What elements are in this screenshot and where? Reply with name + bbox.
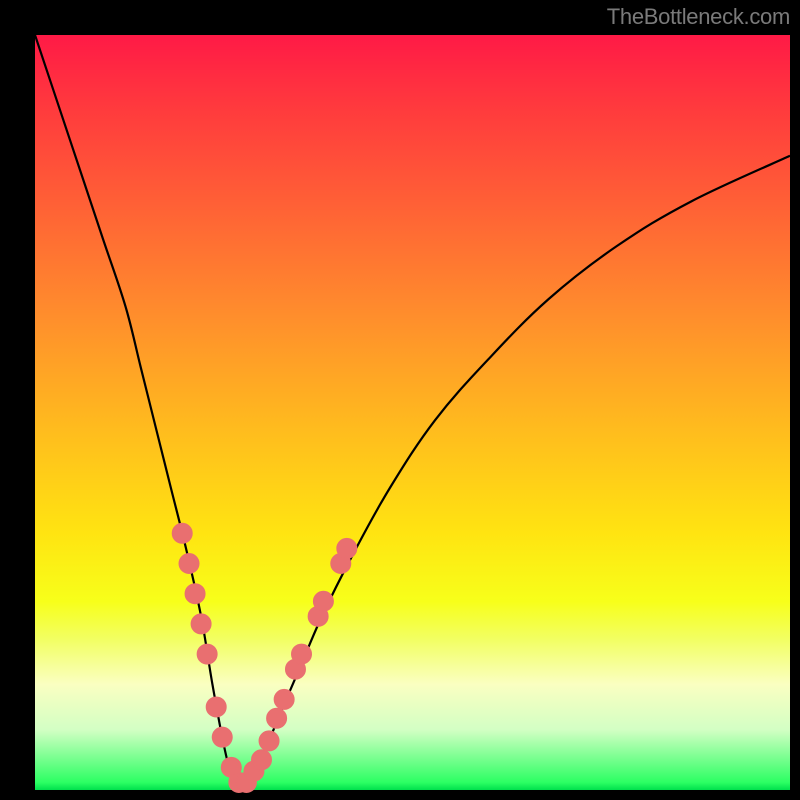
- bottleneck-curve: [35, 35, 790, 790]
- chart-plot-area: [35, 35, 790, 790]
- chart-marker: [274, 689, 294, 709]
- chart-svg: [35, 35, 790, 790]
- chart-frame: TheBottleneck.com: [0, 0, 800, 800]
- chart-marker: [172, 523, 192, 543]
- chart-marker: [185, 584, 205, 604]
- chart-marker: [259, 731, 279, 751]
- chart-marker: [191, 614, 211, 634]
- chart-marker: [206, 697, 226, 717]
- chart-marker: [252, 750, 272, 770]
- chart-marker: [212, 727, 232, 747]
- chart-marker: [267, 708, 287, 728]
- attribution-text: TheBottleneck.com: [607, 4, 790, 30]
- chart-markers: [172, 523, 357, 792]
- chart-marker: [179, 554, 199, 574]
- chart-marker: [337, 538, 357, 558]
- chart-marker: [292, 644, 312, 664]
- chart-marker: [313, 591, 333, 611]
- chart-marker: [197, 644, 217, 664]
